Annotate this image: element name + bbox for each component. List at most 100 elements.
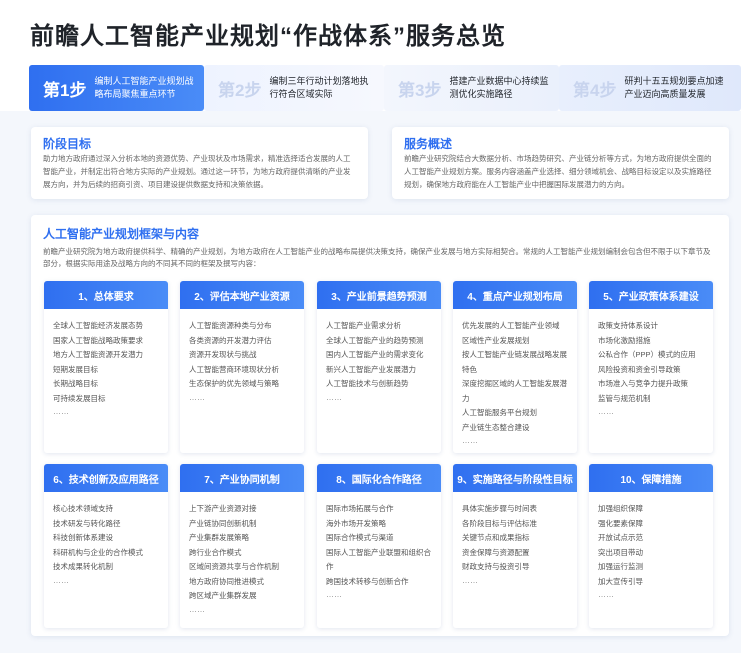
- framework-card-item: 国内人工智能产业的需求变化: [326, 350, 424, 359]
- framework-card-item: 地方政府协同推进模式: [189, 576, 264, 586]
- framework-title: 人工智能产业规划框架与内容: [43, 227, 200, 241]
- framework-card-item: 上下游产业资源对接: [189, 504, 257, 513]
- step-2-tab[interactable]: 第2步 编制三年行动计划落地执行符合区域实际: [204, 65, 384, 111]
- framework-card-item: 加强运行监测: [598, 562, 643, 571]
- framework-card-body: 人工智能资源种类与分布 各类资源的开发潜力评估 资源开发现状与挑战 人工智能营商环境现…: [180, 309, 304, 410]
- framework-card: 9、实施路径与阶段性目标 具体实施步骤与时间表 各阶段目标与评估标准 关键节点和成果指…: [453, 464, 577, 628]
- step-description: 搭建产业数据中心持续监测优化实施路径: [449, 76, 549, 99]
- framework-card-item: 政策支持体系设计: [598, 321, 658, 330]
- framework-card-item: 长期战略目标: [53, 379, 98, 388]
- framework-card: 2、评估本地产业资源 人工智能资源种类与分布 各类资源的开发潜力评估 资源开发现状与挑…: [180, 281, 304, 453]
- framework-card-item: 科技创新体系建设: [53, 533, 113, 542]
- framework-card-title: 5、产业政策体系建设: [589, 281, 713, 309]
- framework-card-item: 跨区域产业集群发展: [189, 591, 257, 600]
- framework-card-item: 海外市场开发策略: [326, 518, 386, 528]
- framework-card: 6、技术创新及应用路径 核心技术领域支持 技术研发与转化路径 科技创新体系建设 科研机构…: [44, 464, 168, 628]
- step-number: 第1步: [43, 80, 87, 100]
- framework-card-item: 开放试点示范: [598, 533, 643, 542]
- framework-card-body: 上下游产业资源对接 产业链协同创新机制 产业集群发展策略 跨行业合作模式区域间资源共享…: [180, 492, 304, 622]
- framework-card-body: 全球人工智能经济发展态势 国家人工智能战略政策要求 地方人工智能资源开发潜力 短期发展…: [44, 309, 168, 424]
- framework-card-item: 加大宣传引导: [598, 576, 643, 586]
- framework-card-item: 深度挖掘区域的人工智能发展潜力: [462, 379, 567, 403]
- framework-card-item: 财政支持与投资引导: [462, 562, 530, 571]
- framework-card-ellipsis: ……: [53, 575, 69, 585]
- framework-card-title: 2、评估本地产业资源: [180, 281, 304, 309]
- framework-card-body: 优先发展的人工智能产业领域 区域性产业发展规划按人工智能产业链发展战略发展特色 深度…: [453, 309, 577, 453]
- framework-card-item: 人工智能技术与创新趋势: [326, 379, 409, 388]
- step-description: 编制三年行动计划落地执行符合区域实际: [269, 76, 369, 99]
- framework-card-item: 市场化激励措施: [598, 335, 651, 345]
- framework-card-item: 可持续发展目标: [53, 393, 106, 403]
- framework-card-ellipsis: ……: [598, 407, 614, 416]
- framework-card-item: 跨行业合作模式: [189, 547, 242, 557]
- framework-card-item: 生态保护的优先领域与策略: [189, 379, 279, 388]
- framework-card-item: 全球人工智能产业的趋势预测: [326, 335, 424, 345]
- framework-card: 10、保障措施 加强组织保障 强化要素保障 开放试点示范 突出项目带动 加强运行监测 加大宣…: [589, 464, 713, 628]
- framework-card-item: 产业链生态整合建设: [462, 422, 530, 432]
- framework-card-item: 具体实施步骤与时间表: [462, 504, 537, 513]
- framework-card-title: 1、总体要求: [44, 281, 168, 309]
- step-3-tab[interactable]: 第3步 搭建产业数据中心持续监测优化实施路径: [384, 65, 559, 111]
- framework-card-item: 人工智能资源种类与分布: [189, 321, 272, 330]
- step-description: 研判十五五规划要点加速产业迈向高质量发展: [624, 76, 724, 99]
- framework-card-ellipsis: ……: [53, 407, 69, 416]
- framework-card-item: 国家人工智能战略政策要求: [53, 335, 143, 345]
- step-1-tab[interactable]: 第1步 编制人工智能产业规划战略布局聚焦重点环节: [29, 65, 204, 111]
- framework-card-item: 公私合作（PPP）模式的应用: [598, 350, 696, 359]
- framework-card: 5、产业政策体系建设 政策支持体系设计 市场化激励措施 公私合作（PPP）模式的应用风…: [589, 281, 713, 453]
- framework-card-ellipsis: ……: [189, 392, 205, 402]
- framework-card-item: 区域间资源共享与合作机制: [189, 562, 279, 571]
- stage-goal-text: 助力地方政府通过深入分析本地的资源优势、产业现状及市场需求，精准选择适合发展的人…: [43, 154, 351, 189]
- framework-card-item: 全球人工智能经济发展态势: [53, 321, 143, 330]
- framework-card-item: 资金保障与资源配置: [462, 547, 530, 557]
- framework-card-item: 科研机构与企业的合作模式: [53, 547, 143, 557]
- framework-card-item: 技术成果转化机制: [53, 562, 113, 571]
- framework-card-item: 产业链协同创新机制: [189, 518, 257, 528]
- framework-card-title: 10、保障措施: [589, 464, 713, 492]
- framework-card-item: 产业集群发展策略: [189, 533, 249, 542]
- framework-card-item: 各类资源的开发潜力评估: [189, 335, 272, 345]
- step-4-tab[interactable]: 第4步 研判十五五规划要点加速产业迈向高质量发展: [559, 65, 741, 111]
- framework-card-body: 政策支持体系设计 市场化激励措施 公私合作（PPP）模式的应用 风险投资和资金引导政策…: [589, 309, 713, 424]
- framework-card: 3、产业前景趋势预测 人工智能产业需求分析 全球人工智能产业的趋势预测 国内人工智能产…: [317, 281, 441, 453]
- framework-card-body: 人工智能产业需求分析 全球人工智能产业的趋势预测 国内人工智能产业的需求变化 新兴人工…: [317, 309, 441, 410]
- framework-card-item: 跨国技术转移与创新合作: [326, 576, 409, 586]
- page-title: 前瞻人工智能产业规划“作战体系”服务总览: [30, 23, 506, 50]
- step-description: 编制人工智能产业规划战略布局聚焦重点环节: [94, 76, 194, 99]
- framework-card-item: 优先发展的人工智能产业领域: [462, 321, 560, 330]
- framework-card-ellipsis: ……: [462, 575, 478, 585]
- framework-card-item: 市场准入与竞争力提升政策: [598, 379, 688, 388]
- framework-card-body: 加强组织保障 强化要素保障 开放试点示范 突出项目带动 加强运行监测 加大宣传引导 ……: [589, 492, 713, 607]
- framework-card-item: 按人工智能产业链发展战略发展特色: [462, 350, 567, 374]
- framework-card-body: 核心技术领域支持 技术研发与转化路径 科技创新体系建设 科研机构与企业的合作模式 技术成…: [44, 492, 168, 593]
- service-overview-text: 前瞻产业研究院结合大数据分析、市场趋势研究、产业链分析等方式，为地方政府提供全面…: [404, 154, 712, 189]
- framework-card-item: 国际合作模式与渠道: [326, 533, 394, 542]
- framework-card: 7、产业协同机制 上下游产业资源对接 产业链协同创新机制 产业集群发展策略 跨行业合作模…: [180, 464, 304, 628]
- step-number: 第3步: [398, 80, 442, 100]
- step-tabs: 第1步 编制人工智能产业规划战略布局聚焦重点环节 第2步 编制三年行动计划落地执…: [29, 65, 741, 111]
- framework-card: 8、国际化合作路径 国际市场拓展与合作 海外市场开发策略 国际合作模式与渠道 国际人工智…: [317, 464, 441, 628]
- framework-card-item: 资源开发现状与挑战: [189, 350, 257, 359]
- framework-card-item: 加强组织保障: [598, 504, 643, 513]
- framework-card-ellipsis: ……: [326, 392, 342, 402]
- service-overview-card: 服务概述 前瞻产业研究院结合大数据分析、市场趋势研究、产业链分析等方式，为地方政…: [392, 127, 729, 199]
- stage-goal-card: 阶段目标 助力地方政府通过深入分析本地的资源优势、产业现状及市场需求，精准选择适…: [31, 127, 368, 199]
- framework-card-item: 区域性产业发展规划: [462, 335, 530, 345]
- framework-card-item: 人工智能服务平台规划: [462, 408, 537, 417]
- framework-card-ellipsis: ……: [326, 590, 342, 599]
- framework-card-item: 技术研发与转化路径: [53, 518, 121, 528]
- framework-card-item: 关键节点和成果指标: [462, 533, 530, 542]
- framework-card-item: 地方人工智能资源开发潜力: [53, 350, 143, 359]
- framework-card-item: 监管与规范机制: [598, 393, 651, 403]
- framework-card-ellipsis: ……: [189, 604, 205, 614]
- framework-card-item: 突出项目带动: [598, 547, 643, 557]
- framework-card-item: 强化要素保障: [598, 518, 643, 528]
- framework-card-title: 7、产业协同机制: [180, 464, 304, 492]
- framework-intro: 前瞻产业研究院为地方政府提供科学、精确的产业规划，为地方政府在人工智能产业的战略…: [43, 247, 711, 268]
- framework-card: 4、重点产业规划布局优先发展的人工智能产业领域 区域性产业发展规划按人工智能产业链…: [453, 281, 577, 453]
- framework-card: 1、总体要求 全球人工智能经济发展态势 国家人工智能战略政策要求 地方人工智能资源开发…: [44, 281, 168, 453]
- framework-card-title: 9、实施路径与阶段性目标: [453, 464, 577, 492]
- framework-card-title: 4、重点产业规划布局: [453, 281, 577, 309]
- framework-card-ellipsis: ……: [462, 436, 478, 445]
- framework-card-body: 国际市场拓展与合作 海外市场开发策略 国际合作模式与渠道 国际人工智能产业联盟和组织合…: [317, 492, 441, 607]
